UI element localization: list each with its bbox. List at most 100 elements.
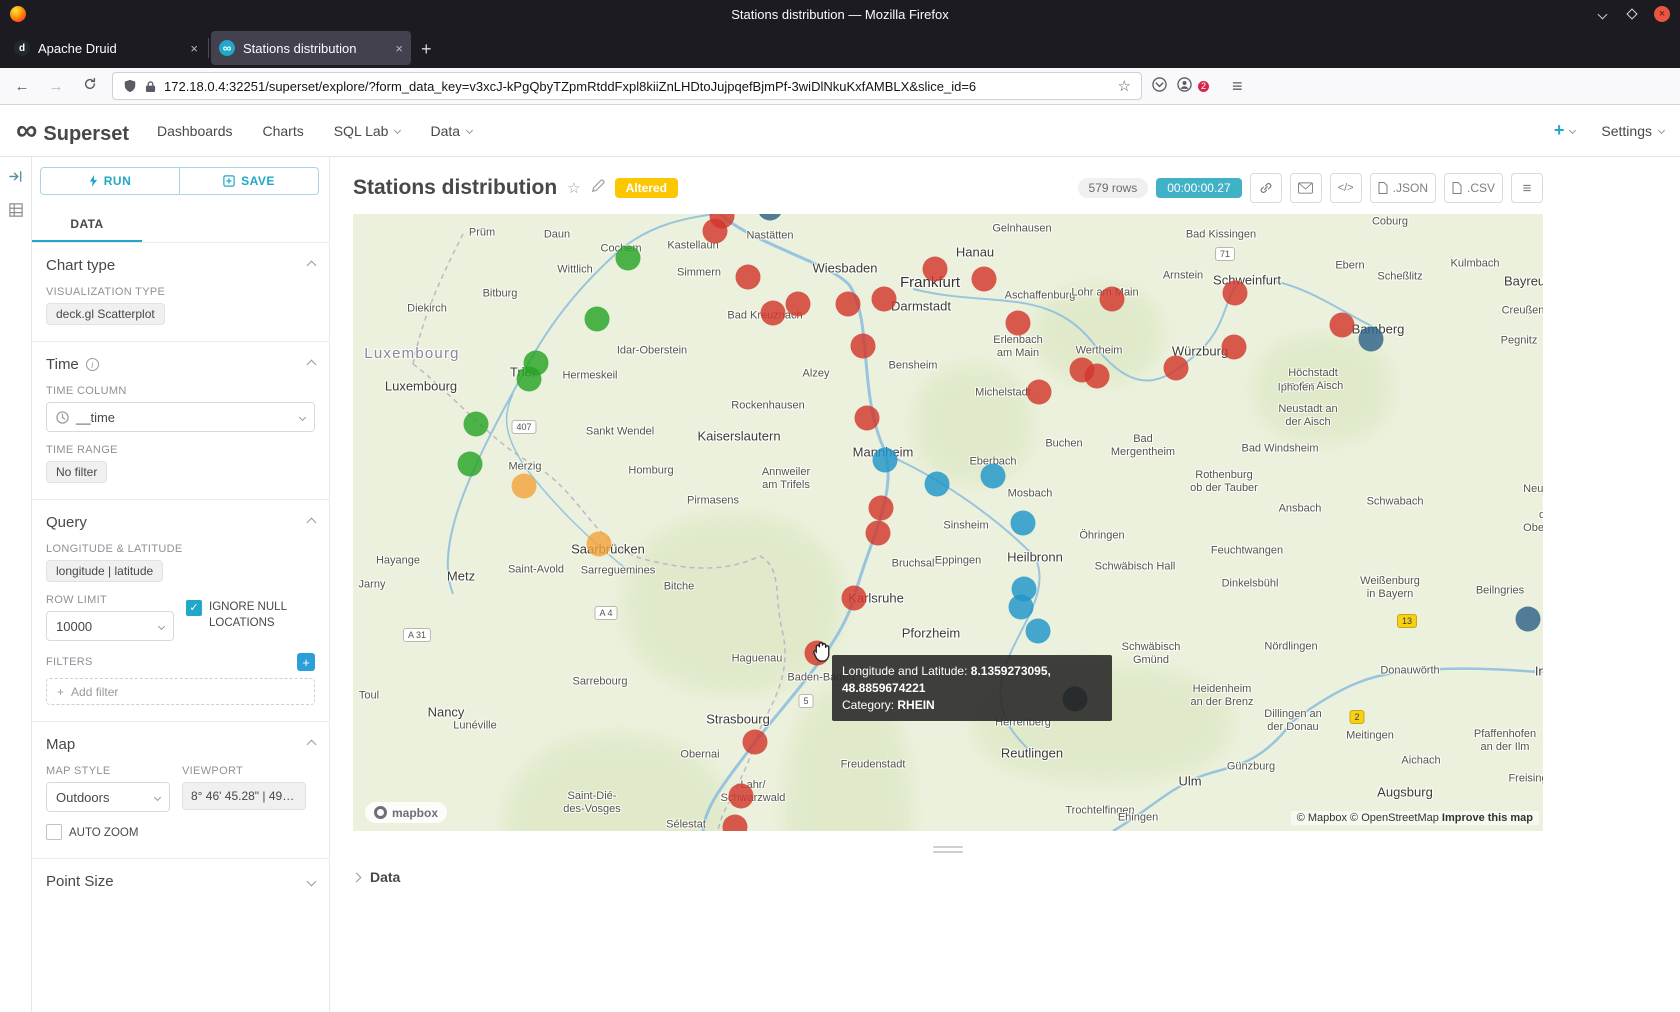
- forward-button[interactable]: →: [44, 78, 68, 95]
- viewport-chip[interactable]: 8° 46' 45.28" | 49…: [182, 782, 306, 810]
- map-point[interactable]: [851, 334, 876, 359]
- map-point[interactable]: [866, 521, 891, 546]
- map-point[interactable]: [1009, 595, 1034, 620]
- bookmark-star-icon[interactable]: ☆: [1118, 77, 1131, 95]
- map-point[interactable]: [1027, 380, 1052, 405]
- section-time[interactable]: Time i: [46, 356, 315, 373]
- map-point[interactable]: [972, 267, 997, 292]
- time-column-select[interactable]: __time: [46, 402, 315, 432]
- tab-stations-distribution[interactable]: ∞ Stations distribution ×: [211, 31, 411, 65]
- map-point[interactable]: [1085, 364, 1110, 389]
- row-limit-select[interactable]: 10000: [46, 611, 174, 641]
- map-point[interactable]: [616, 246, 641, 271]
- ignore-null-checkbox-row[interactable]: ✓ IGNORE NULL LOCATIONS: [186, 600, 306, 631]
- add-new-button[interactable]: +: [1554, 120, 1576, 141]
- export-csv-button[interactable]: .CSV: [1444, 173, 1503, 203]
- lock-icon[interactable]: [145, 80, 156, 93]
- map-point[interactable]: [1359, 327, 1384, 352]
- embed-code-button[interactable]: </>: [1330, 173, 1362, 203]
- map-point[interactable]: [1164, 356, 1189, 381]
- share-link-button[interactable]: [1250, 173, 1282, 203]
- url-bar[interactable]: 172.18.0.4:32251/superset/explore/?form_…: [112, 72, 1142, 100]
- map-point[interactable]: [1011, 511, 1036, 536]
- expand-panel-icon[interactable]: [8, 169, 23, 189]
- save-button[interactable]: SAVE: [180, 167, 319, 195]
- map-point[interactable]: [836, 292, 861, 317]
- url-text[interactable]: 172.18.0.4:32251/superset/explore/?form_…: [164, 79, 1110, 94]
- nav-data[interactable]: Data: [430, 123, 472, 139]
- auto-zoom-checkbox-row[interactable]: AUTO ZOOM: [46, 824, 170, 842]
- map-point[interactable]: [1516, 607, 1541, 632]
- lonlat-chip[interactable]: longitude | latitude: [46, 560, 163, 582]
- map-point[interactable]: [761, 301, 786, 326]
- section-query[interactable]: Query: [46, 514, 315, 531]
- map-point[interactable]: [587, 532, 612, 557]
- account-icon[interactable]: [1177, 77, 1192, 96]
- map-point[interactable]: [517, 367, 542, 392]
- section-map[interactable]: Map: [46, 736, 315, 753]
- improve-map-link[interactable]: Improve this map: [1442, 812, 1533, 824]
- section-chart-type[interactable]: Chart type: [46, 257, 315, 274]
- map-point[interactable]: [842, 586, 867, 611]
- nav-sql-lab[interactable]: SQL Lab: [334, 123, 401, 139]
- map-point[interactable]: [458, 452, 483, 477]
- map-point[interactable]: [464, 412, 489, 437]
- tab-data[interactable]: DATA: [32, 209, 142, 242]
- new-tab-button[interactable]: +: [421, 39, 432, 60]
- hamburger-menu-icon[interactable]: ≡: [1232, 76, 1243, 97]
- map-point[interactable]: [1330, 313, 1355, 338]
- run-button[interactable]: RUN: [40, 167, 180, 195]
- back-button[interactable]: ←: [10, 78, 34, 95]
- map-style-select[interactable]: Outdoors: [46, 782, 170, 812]
- superset-logo[interactable]: ∞ Superset: [16, 116, 129, 146]
- add-filter-input[interactable]: + Add filter: [46, 678, 315, 705]
- map-point[interactable]: [981, 464, 1006, 489]
- section-point-size[interactable]: Point Size: [46, 873, 315, 890]
- altered-badge[interactable]: Altered: [615, 178, 678, 198]
- map-point[interactable]: [729, 784, 754, 809]
- map-point[interactable]: [512, 474, 537, 499]
- map-point[interactable]: [1100, 287, 1125, 312]
- map-point[interactable]: [736, 265, 761, 290]
- map-attribution[interactable]: © Mapbox © OpenStreetMap Improve this ma…: [1291, 811, 1539, 825]
- map-point[interactable]: [923, 257, 948, 282]
- export-json-button[interactable]: .JSON: [1370, 173, 1436, 203]
- map-point[interactable]: [869, 496, 894, 521]
- dataset-grid-icon[interactable]: [9, 203, 23, 222]
- map-point[interactable]: [703, 219, 728, 244]
- tab-close-icon[interactable]: ×: [190, 41, 198, 56]
- reload-button[interactable]: [78, 77, 102, 95]
- map-point[interactable]: [855, 406, 880, 431]
- map-point[interactable]: [743, 730, 768, 755]
- map-point[interactable]: [872, 287, 897, 312]
- time-range-chip[interactable]: No filter: [46, 461, 107, 483]
- map-point[interactable]: [1026, 619, 1051, 644]
- settings-menu[interactable]: Settings: [1601, 123, 1664, 139]
- nav-dashboards[interactable]: Dashboards: [157, 123, 233, 139]
- deckgl-scatterplot-map[interactable]: LuxembourgFrankfurtWiesbadenHanauSchwein…: [353, 214, 1543, 831]
- viz-type-chip[interactable]: deck.gl Scatterplot: [46, 303, 165, 325]
- minimize-button[interactable]: [1594, 6, 1610, 22]
- email-button[interactable]: [1290, 173, 1322, 203]
- add-filter-plus-button[interactable]: +: [297, 653, 315, 671]
- map-point[interactable]: [1222, 335, 1247, 360]
- map-point[interactable]: [925, 472, 950, 497]
- checkbox-checked-icon[interactable]: ✓: [186, 600, 202, 616]
- close-button[interactable]: ×: [1654, 6, 1670, 22]
- map-point[interactable]: [786, 292, 811, 317]
- map-point[interactable]: [585, 307, 610, 332]
- maximize-button[interactable]: [1624, 6, 1640, 22]
- checkbox-empty-icon[interactable]: [46, 824, 62, 840]
- pocket-icon[interactable]: [1152, 77, 1167, 96]
- map-point[interactable]: [1223, 281, 1248, 306]
- chart-menu-button[interactable]: ≡: [1511, 173, 1543, 203]
- nav-charts[interactable]: Charts: [262, 123, 303, 139]
- data-results-collapse[interactable]: Data: [353, 869, 1543, 885]
- mapbox-logo[interactable]: mapbox: [365, 802, 447, 823]
- edit-title-icon[interactable]: [591, 179, 605, 197]
- tab-close-icon[interactable]: ×: [395, 41, 403, 56]
- map-point[interactable]: [873, 448, 898, 473]
- shield-icon[interactable]: [123, 79, 137, 93]
- favorite-star-icon[interactable]: ☆: [567, 179, 580, 197]
- panel-resize-handle[interactable]: [933, 846, 963, 853]
